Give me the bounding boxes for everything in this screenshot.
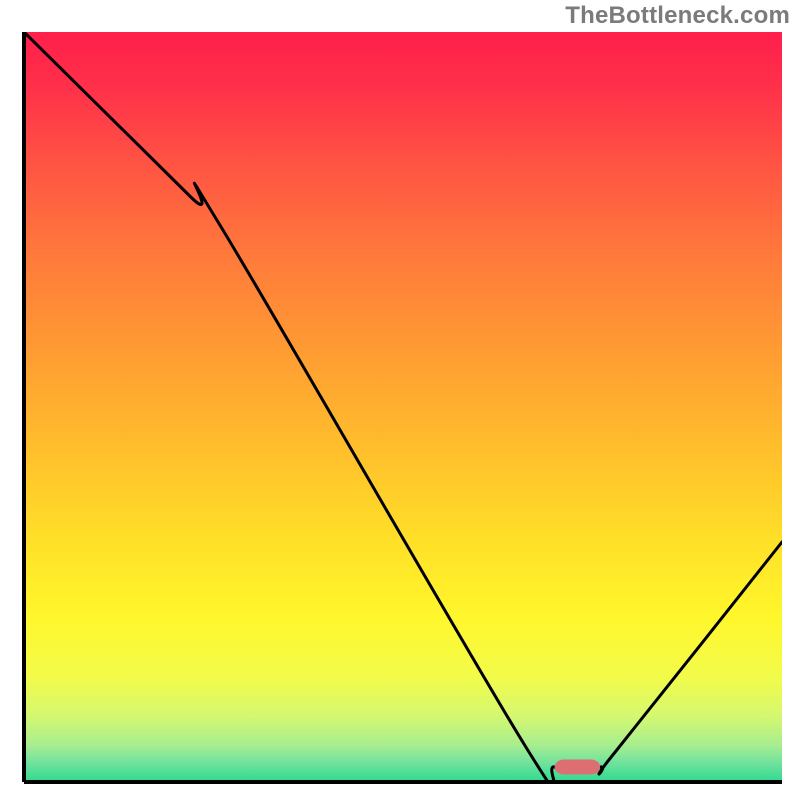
watermark-text: TheBottleneck.com [565, 2, 790, 30]
bottleneck-chart: TheBottleneck.com [0, 0, 800, 800]
optimal-marker [555, 760, 600, 775]
chart-svg [0, 0, 800, 800]
